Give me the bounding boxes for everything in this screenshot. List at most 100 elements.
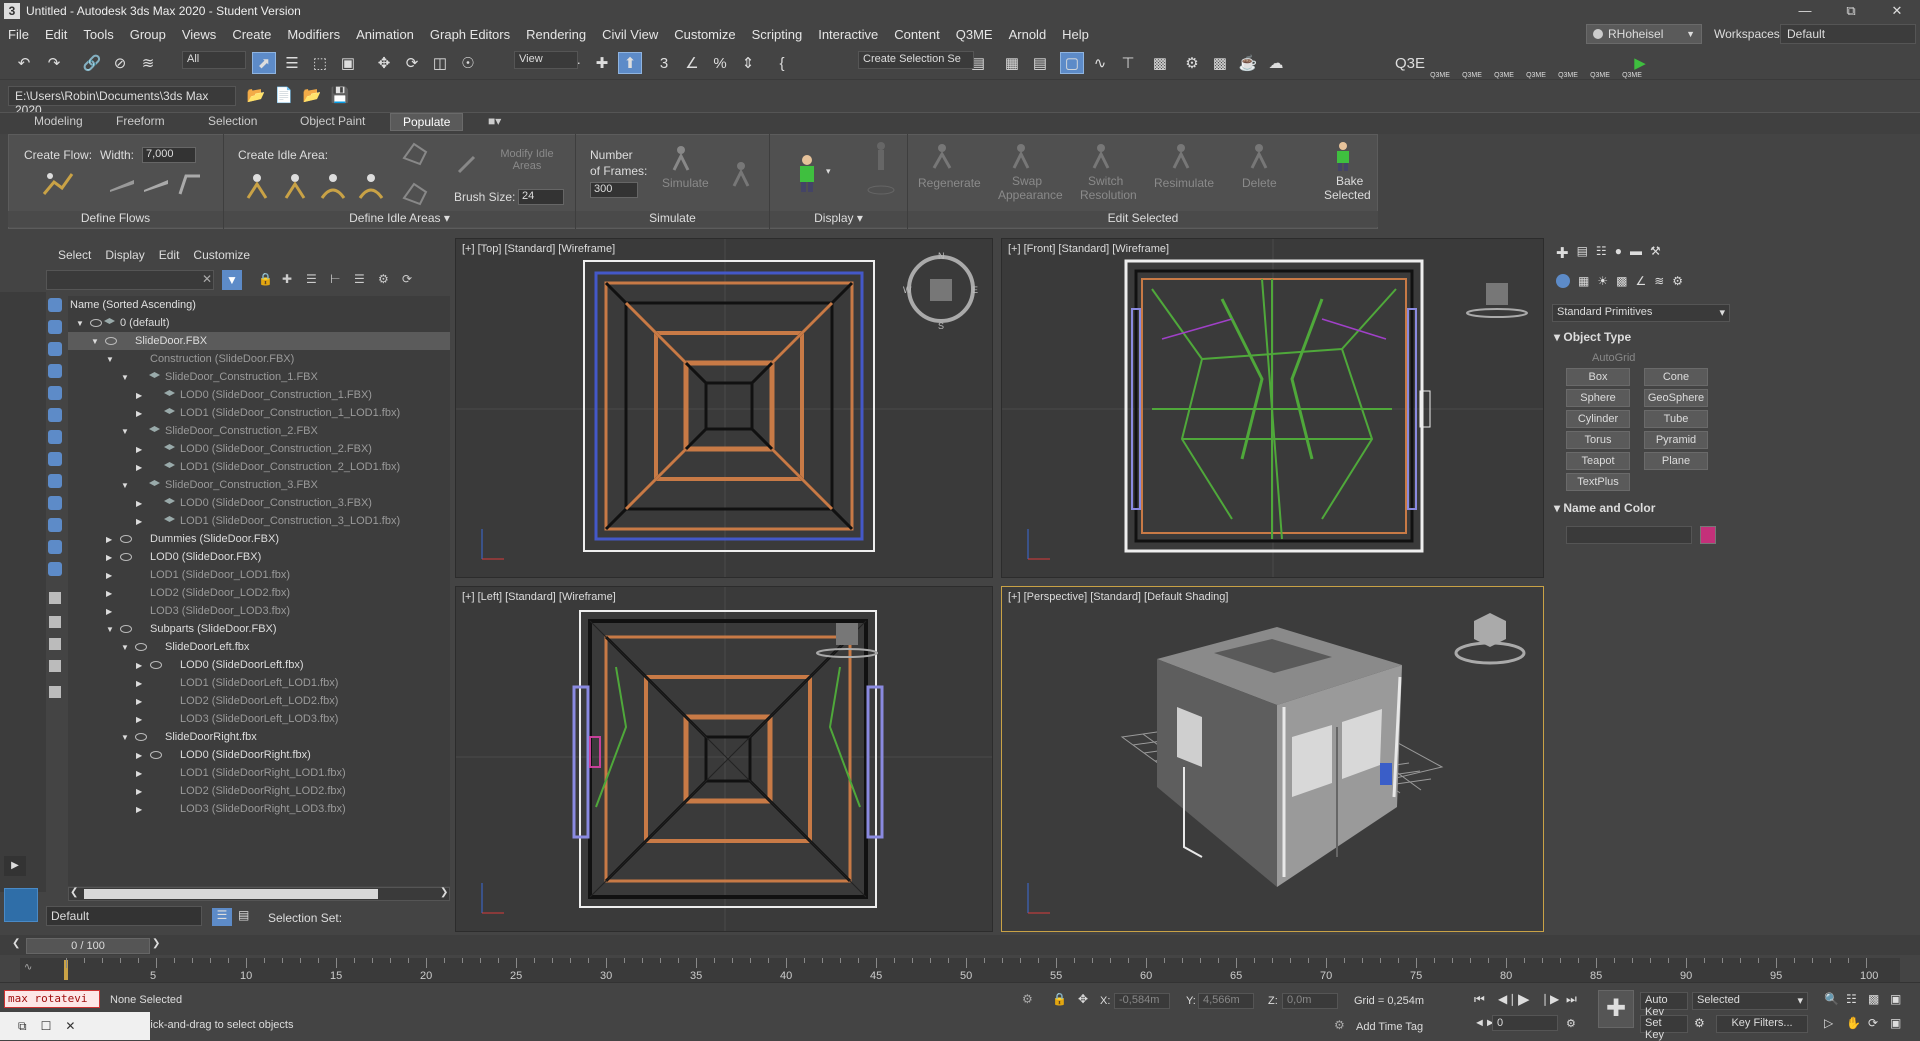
toggle-layer-explorer-icon[interactable]: ▤ xyxy=(1028,52,1052,74)
tree-row[interactable]: ▶ LOD1 (SlideDoor_Construction_1_LOD1.fbx… xyxy=(68,404,450,422)
idle-area-icon-4[interactable] xyxy=(356,170,386,200)
tree-row[interactable]: ▶ LOD2 (SlideDoorRight_LOD2.fbx) xyxy=(68,782,450,800)
flow-stairs-icon[interactable] xyxy=(176,170,204,196)
ribbon-options-icon[interactable]: ■▾ xyxy=(488,114,501,128)
menu-file[interactable]: File xyxy=(0,27,37,42)
display-tab-icon[interactable]: ▬ xyxy=(1630,244,1642,268)
se-menu-customize[interactable]: Customize xyxy=(193,248,250,262)
rotate-icon[interactable]: ⟳ xyxy=(400,52,424,74)
visibility-eye-icon[interactable] xyxy=(150,661,162,669)
scale-icon[interactable]: ◫ xyxy=(428,52,452,74)
bake-selected-icon[interactable] xyxy=(1328,140,1358,172)
expand-icon[interactable]: ▶ xyxy=(136,661,142,670)
tree-row[interactable]: ▶ LOD1 (SlideDoorLeft_LOD1.fbx) xyxy=(68,674,450,692)
menu-graph-editors[interactable]: Graph Editors xyxy=(422,27,518,42)
key-filters-button[interactable]: Key Filters... xyxy=(1716,1015,1808,1033)
sync-selection-icon[interactable]: ⟳ xyxy=(402,272,412,286)
keyboard-shortcut-override-icon[interactable]: ⬆ xyxy=(618,52,642,74)
expand-icon[interactable]: ▶ xyxy=(136,409,142,418)
curve-editor-icon[interactable]: ∿ xyxy=(1088,52,1112,74)
menu-content[interactable]: Content xyxy=(886,27,948,42)
play-script-icon[interactable]: ▶ xyxy=(1628,52,1652,74)
filter-icon[interactable]: ▼ xyxy=(222,270,242,290)
toggle-scene-explorer-icon[interactable]: ▦ xyxy=(1000,52,1024,74)
tree-row[interactable]: ▶ LOD1 (SlideDoor_Construction_2_LOD1.fbx… xyxy=(68,458,450,476)
expand-icon[interactable]: ▶ xyxy=(106,535,112,544)
key-set-dropdown[interactable]: Selected ▾ xyxy=(1692,992,1808,1010)
object-color-swatch[interactable] xyxy=(1700,526,1716,544)
zoom-extents-icon[interactable]: ▩ xyxy=(1868,992,1879,1006)
reference-coordinate-dropdown[interactable]: View xyxy=(514,51,578,69)
menu-interactive[interactable]: Interactive xyxy=(810,27,886,42)
select-object-icon[interactable]: ⬈ xyxy=(252,52,276,74)
expand-icon[interactable]: ▶ xyxy=(106,553,112,562)
go-to-start-icon[interactable]: ⏮ xyxy=(1474,992,1485,1007)
menu-tools[interactable]: Tools xyxy=(75,27,121,42)
visibility-eye-icon[interactable] xyxy=(120,625,132,633)
schematic-view-icon[interactable]: ⊤ xyxy=(1116,52,1140,74)
collapse-icon[interactable]: ▼ xyxy=(76,319,84,328)
workspaces-dropdown[interactable]: Default xyxy=(1780,24,1916,44)
current-frame-spinner[interactable]: 0 xyxy=(1492,1015,1558,1031)
primitive-button-plane[interactable]: Plane xyxy=(1644,452,1708,470)
scroll-left-icon[interactable]: ❮ xyxy=(70,887,78,898)
width-spinner[interactable]: 7,000 xyxy=(142,147,196,163)
idle-shape-icon-1[interactable] xyxy=(400,138,430,168)
close-mini-icon[interactable]: ✕ xyxy=(65,1019,75,1033)
se-menu-edit[interactable]: Edit xyxy=(159,248,180,262)
set-key-button[interactable]: Set Key xyxy=(1640,1015,1688,1041)
tree-row[interactable]: ▶ LOD2 (SlideDoorLeft_LOD2.fbx) xyxy=(68,692,450,710)
x-coordinate-field[interactable]: -0,584m xyxy=(1114,993,1170,1009)
tree-row[interactable]: ▼ 0 (default) xyxy=(68,314,450,332)
viewport-left-label[interactable]: [+] [Left] [Standard] [Wireframe] xyxy=(462,591,616,603)
delete-button[interactable]: Delete xyxy=(1242,176,1277,190)
zoom-extents-all-icon[interactable]: ▣ xyxy=(1890,992,1901,1006)
viewport-layout-icon[interactable] xyxy=(4,888,38,922)
zoom-icon[interactable]: 🔍 xyxy=(1824,992,1839,1006)
isolate-selection-icon[interactable]: ⚙ xyxy=(1022,992,1033,1006)
render-setup-icon[interactable]: ⚙ xyxy=(1180,52,1204,74)
z-coordinate-field[interactable]: 0,0m xyxy=(1282,993,1338,1009)
autogrid-checkbox[interactable]: AutoGrid xyxy=(1592,352,1635,364)
brush-size-spinner[interactable]: 24 xyxy=(518,189,564,205)
previous-frame-icon[interactable]: ◀❘ xyxy=(1498,992,1517,1006)
move-icon[interactable]: ✥ xyxy=(372,52,396,74)
project-folder-icon[interactable]: 📂 xyxy=(244,84,268,106)
tree-row[interactable]: ▶ LOD1 (SlideDoorRight_LOD1.fbx) xyxy=(68,764,450,782)
tree-row[interactable]: ▶ LOD0 (SlideDoor.FBX) xyxy=(68,548,450,566)
primitive-button-geosphere[interactable]: GeoSphere xyxy=(1644,389,1708,407)
tree-row[interactable]: ▶ LOD2 (SlideDoor_LOD2.fbx) xyxy=(68,584,450,602)
project-open-icon[interactable]: 📂 xyxy=(300,84,324,106)
tree-row[interactable]: ▼ Construction (SlideDoor.FBX) xyxy=(68,350,450,368)
time-tag-icon[interactable]: ⚙ xyxy=(1334,1018,1345,1032)
collapse-icon[interactable]: ▼ xyxy=(121,481,129,490)
lock-icon[interactable]: 🔒 xyxy=(258,272,273,286)
collapse-icon[interactable]: ▼ xyxy=(121,427,129,436)
expand-icon[interactable]: ▶ xyxy=(136,697,142,706)
menu-scripting[interactable]: Scripting xyxy=(744,27,811,42)
expand-icon[interactable]: ▶ xyxy=(136,463,142,472)
tree-row[interactable]: ▼ SlideDoorRight.fbx xyxy=(68,728,450,746)
export-icon[interactable]: Q3E xyxy=(1395,52,1425,74)
named-selection-set-dropdown[interactable]: Create Selection Se xyxy=(858,51,974,69)
spinner-snap-icon[interactable]: ⇕ xyxy=(736,52,760,74)
select-manipulate-icon[interactable]: ✚ xyxy=(590,52,614,74)
tree-row[interactable]: ▼ SlideDoor_Construction_2.FBX xyxy=(68,422,450,440)
tab-populate[interactable]: Populate xyxy=(390,113,464,131)
viewport-front[interactable]: [+] [Front] [Standard] [Wireframe] xyxy=(1001,238,1544,578)
expand-icon[interactable]: ▶ xyxy=(106,571,112,580)
material-editor-icon[interactable]: ▩ xyxy=(1148,52,1172,74)
menu-civil-view[interactable]: Civil View xyxy=(594,27,666,42)
primitive-button-cone[interactable]: Cone xyxy=(1644,368,1708,386)
next-frame-icon[interactable]: ❘▶ xyxy=(1540,992,1559,1006)
primitive-button-textplus[interactable]: TextPlus xyxy=(1566,473,1630,491)
visibility-eye-icon[interactable] xyxy=(135,643,147,651)
tree-column-header[interactable]: Name (Sorted Ascending) xyxy=(68,296,450,314)
switch-label-1[interactable]: Switch xyxy=(1088,174,1123,188)
primitive-button-teapot[interactable]: Teapot xyxy=(1566,452,1630,470)
name-and-color-rollout[interactable]: ▾ Name and Color xyxy=(1554,501,1726,517)
layer-dropdown[interactable]: Default xyxy=(46,906,202,926)
absolute-mode-icon[interactable]: ✥ xyxy=(1078,992,1088,1006)
clear-search-icon[interactable]: ✕ xyxy=(202,272,212,286)
visibility-eye-icon[interactable] xyxy=(120,535,132,543)
